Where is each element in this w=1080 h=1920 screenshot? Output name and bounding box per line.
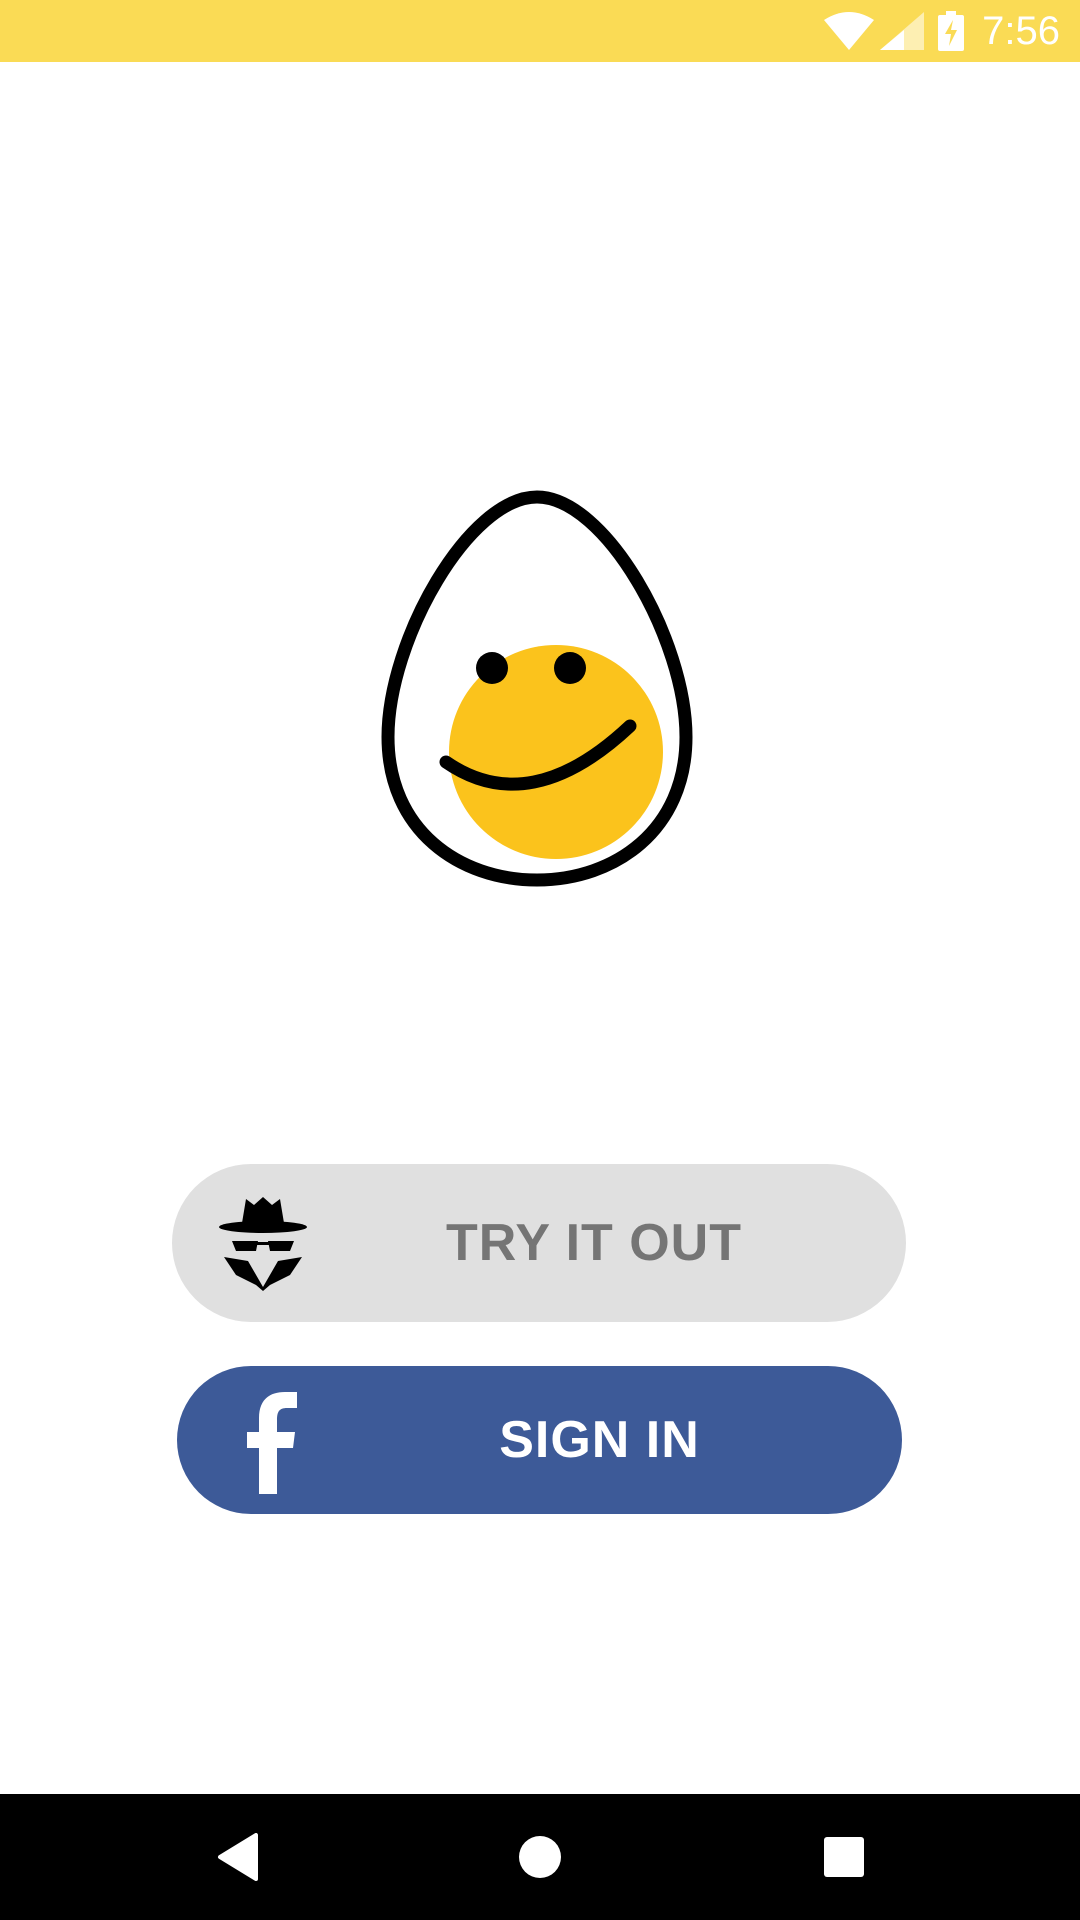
try-it-out-button[interactable]: TRY IT OUT [172, 1164, 906, 1322]
facebook-sign-in-button[interactable]: SIGN IN [177, 1366, 902, 1514]
wifi-icon [824, 12, 875, 50]
home-icon [519, 1836, 561, 1878]
back-button[interactable] [178, 1794, 298, 1920]
recents-button[interactable] [784, 1794, 904, 1920]
egg-smiley-logo [381, 490, 693, 887]
left-eye [476, 652, 508, 684]
recents-icon [824, 1837, 864, 1877]
signal-icon [880, 12, 925, 50]
try-it-out-label: TRY IT OUT [446, 1214, 742, 1272]
back-icon [218, 1833, 258, 1881]
status-icons: 7:56 [824, 0, 1060, 62]
home-button[interactable] [480, 1794, 600, 1920]
sign-in-label: SIGN IN [499, 1411, 700, 1469]
status-time: 7:56 [982, 8, 1060, 53]
battery-charging-icon [938, 11, 965, 51]
right-eye [554, 652, 586, 684]
navigation-bar [0, 1794, 1080, 1920]
status-bar: 7:56 [0, 0, 1080, 62]
